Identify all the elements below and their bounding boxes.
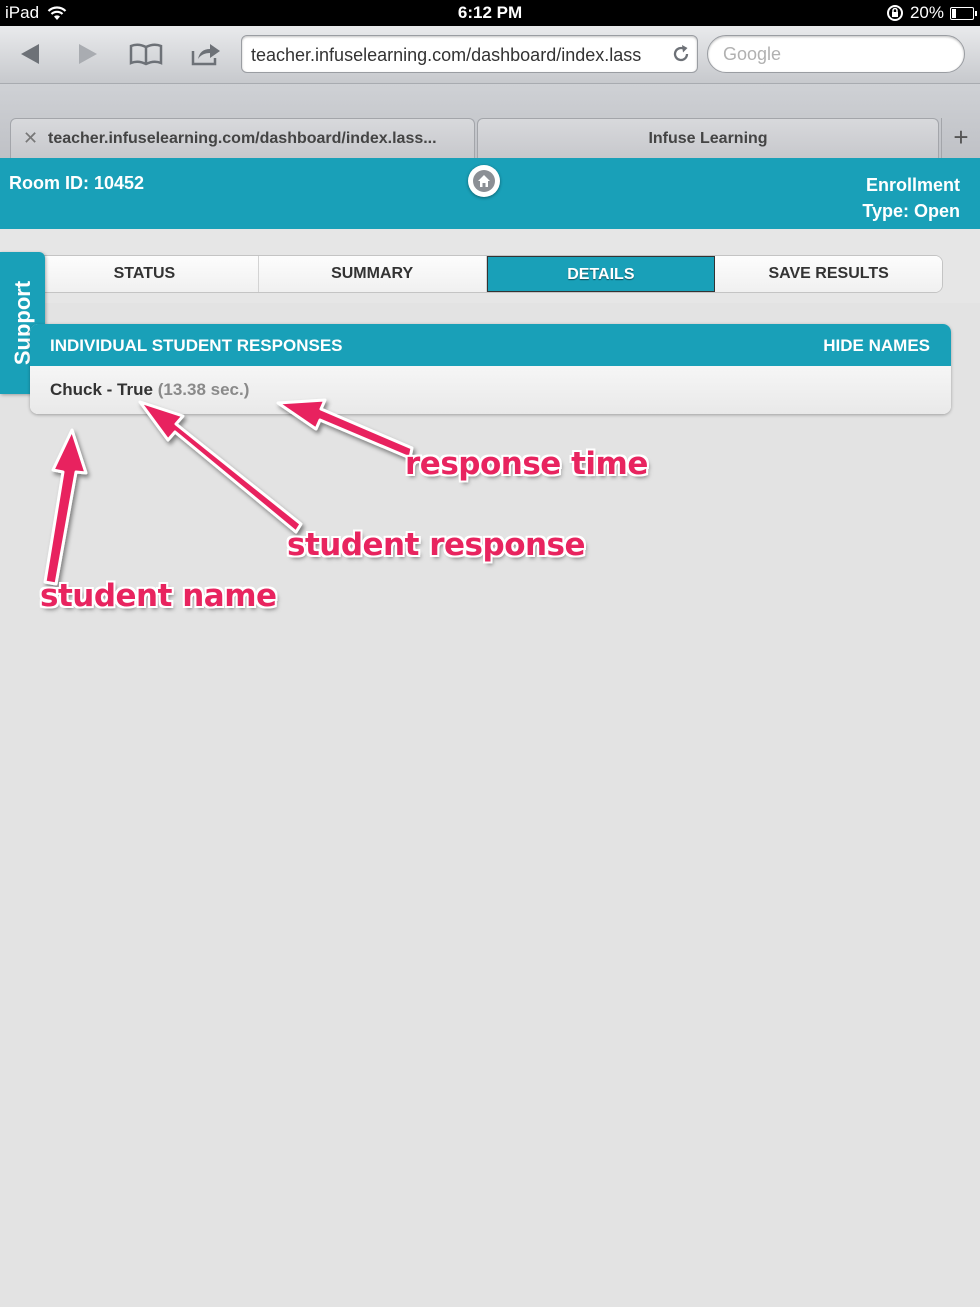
response-row: Chuck - True (13.38 sec.) [30, 366, 951, 414]
student-name-response: Chuck - True [50, 380, 153, 399]
student-response-text: Chuck - True (13.38 sec.) [50, 380, 249, 400]
status-time: 6:12 PM [457, 3, 523, 22]
bookmarks-book-icon [129, 43, 163, 66]
panel-header: INDIVIDUAL STUDENT RESPONSES HIDE NAMES [30, 324, 951, 366]
enrollment-type: Type: Open [862, 201, 960, 221]
annotation-response-time: response time [405, 446, 648, 482]
results-tabs-area: STATUS SUMMARY DETAILS SAVE RESULTS [0, 229, 980, 303]
forward-arrow-icon [79, 44, 97, 64]
battery-percent: 20% [909, 3, 944, 22]
tab-summary[interactable]: SUMMARY [258, 256, 487, 292]
home-button[interactable] [468, 165, 500, 197]
panel-title: INDIVIDUAL STUDENT RESPONSES [50, 336, 343, 355]
tab-status[interactable]: STATUS [31, 256, 259, 292]
tab-save-results[interactable]: SAVE RESULTS [715, 256, 942, 292]
address-bar[interactable]: teacher.infuselearning.com/dashboard/ind… [241, 35, 698, 73]
enrollment-info: Enrollment Type: Open [862, 172, 960, 224]
app-header: Room ID: 10452 Enrollment Type: Open [0, 158, 980, 229]
tab-details[interactable]: DETAILS [486, 256, 716, 292]
forward-button[interactable] [70, 38, 106, 70]
hide-names-button[interactable]: HIDE NAMES [823, 336, 930, 356]
share-icon [191, 44, 220, 66]
arrow-student-name [43, 428, 88, 586]
bookmarks-button[interactable] [128, 38, 164, 70]
arrow-student-response [138, 400, 303, 534]
new-tab-button[interactable]: + [941, 118, 980, 158]
share-button[interactable] [188, 38, 224, 70]
browser-tab-dashboard[interactable]: ✕ teacher.infuselearning.com/dashboard/i… [10, 118, 475, 158]
status-bar: iPad 6:12 PM 20% [0, 0, 980, 26]
reload-icon[interactable] [671, 44, 691, 64]
battery-icon [950, 6, 977, 20]
annotation-student-name: student name [40, 578, 277, 614]
rotation-lock-icon [886, 5, 903, 21]
close-tab-icon[interactable]: ✕ [23, 128, 38, 149]
enrollment-label: Enrollment [865, 175, 960, 195]
annotation-student-response: student response [287, 527, 586, 563]
home-icon [478, 175, 490, 187]
search-input[interactable] [723, 44, 943, 65]
student-responses-panel: INDIVIDUAL STUDENT RESPONSES HIDE NAMES … [30, 324, 951, 414]
back-button[interactable] [12, 38, 48, 70]
results-tabs: STATUS SUMMARY DETAILS SAVE RESULTS [30, 255, 943, 293]
back-arrow-icon [21, 44, 39, 64]
url-text: teacher.infuselearning.com/dashboard/ind… [251, 45, 642, 65]
browser-tab-infuse-learning[interactable]: Infuse Learning [477, 118, 939, 158]
browser-toolbar: teacher.infuselearning.com/dashboard/ind… [0, 26, 980, 84]
room-id: Room ID: 10452 [9, 173, 145, 193]
browser-tab-strip: ✕ teacher.infuselearning.com/dashboard/i… [0, 84, 980, 158]
browser-tab-title: teacher.infuselearning.com/dashboard/ind… [48, 130, 437, 147]
search-field[interactable] [707, 35, 965, 73]
browser-tab-title: Infuse Learning [648, 130, 768, 147]
response-time: (13.38 sec.) [157, 380, 250, 399]
